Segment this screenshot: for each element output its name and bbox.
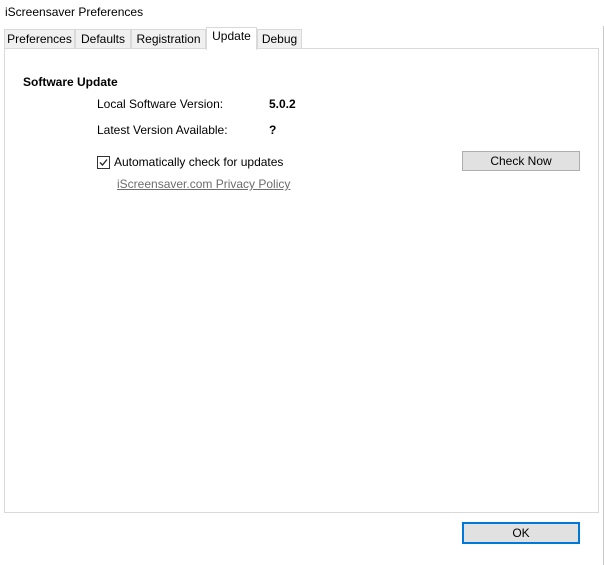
tab-strip: Preferences Defaults Registration Update…	[4, 27, 600, 50]
tab-label: Registration	[136, 32, 201, 46]
latest-version-value: ?	[269, 123, 277, 137]
check-now-button[interactable]: Check Now	[462, 151, 580, 171]
tab-update[interactable]: Update	[206, 27, 257, 50]
check-icon	[99, 158, 108, 166]
privacy-policy-link[interactable]: iScreensaver.com Privacy Policy	[117, 177, 290, 191]
window-title: iScreensaver Preferences	[5, 5, 144, 19]
local-version-value: 5.0.2	[269, 97, 296, 111]
tab-label: Defaults	[80, 32, 126, 46]
tab-defaults[interactable]: Defaults	[75, 29, 131, 49]
section-title: Software Update	[23, 75, 118, 89]
tab-registration[interactable]: Registration	[131, 29, 206, 49]
ok-button[interactable]: OK	[462, 522, 580, 544]
auto-check-option[interactable]: Automatically check for updates	[97, 155, 283, 169]
auto-check-label: Automatically check for updates	[114, 155, 284, 169]
tab-label: Update	[212, 29, 251, 43]
latest-version-label: Latest Version Available:	[97, 123, 228, 137]
local-version-label: Local Software Version:	[97, 97, 224, 111]
tab-preferences[interactable]: Preferences	[4, 29, 75, 49]
title-bar[interactable]: iScreensaver Preferences	[0, 0, 604, 26]
preferences-window: iScreensaver Preferences Preferences Def…	[0, 0, 604, 565]
update-tab-panel: Software Update Local Software Version: …	[4, 48, 599, 513]
tab-label: Preferences	[7, 32, 72, 46]
auto-check-checkbox[interactable]	[97, 155, 110, 169]
tab-debug[interactable]: Debug	[257, 29, 302, 49]
tab-label: Debug	[261, 32, 298, 46]
